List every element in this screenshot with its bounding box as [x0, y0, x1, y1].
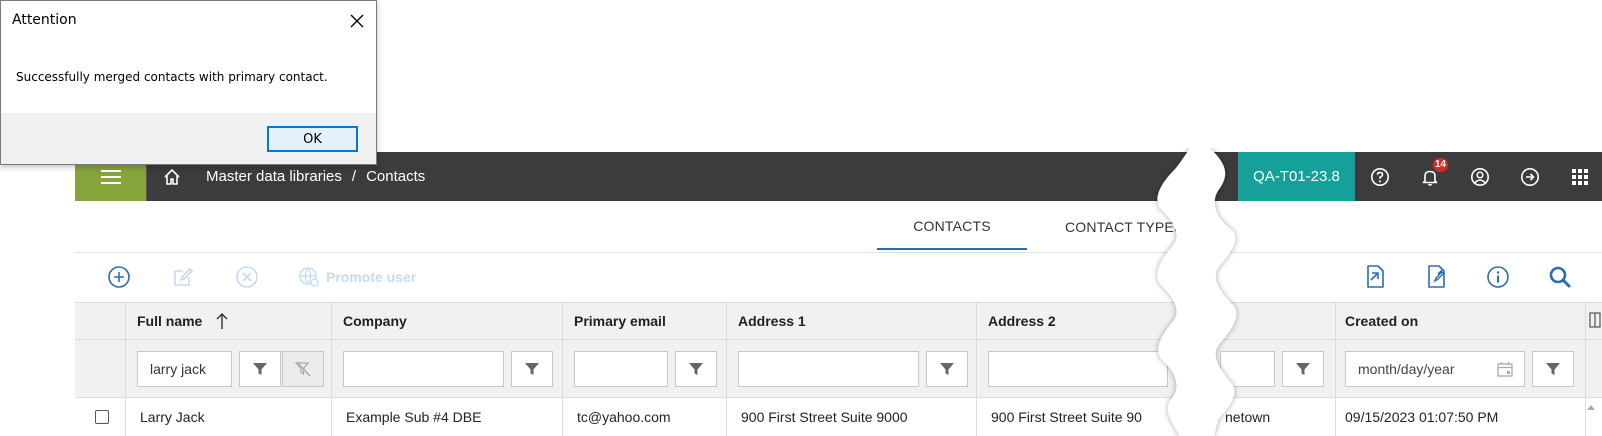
- export-button[interactable]: [1421, 262, 1451, 292]
- user-profile-button[interactable]: [1455, 152, 1505, 201]
- dialog-close-button[interactable]: [346, 10, 368, 32]
- notifications-button[interactable]: 14: [1405, 152, 1455, 201]
- edit-icon: [174, 267, 194, 286]
- logout-button[interactable]: [1505, 152, 1555, 201]
- promote-user-button[interactable]: Promote user: [298, 262, 416, 292]
- filter-created-on-button[interactable]: [1532, 351, 1574, 387]
- breadcrumb-separator: /: [351, 168, 357, 185]
- cancel-circle-icon: [236, 266, 258, 288]
- filter-full-name-button[interactable]: [239, 351, 281, 387]
- filter-icon: [1546, 363, 1560, 375]
- caret-up-icon: [1587, 405, 1595, 410]
- cell-primary-email: tc@yahoo.com: [577, 409, 671, 425]
- help-icon: [1371, 167, 1389, 186]
- cell-full-name: Larry Jack: [140, 409, 205, 425]
- filter-company-button[interactable]: [511, 351, 553, 387]
- clear-filter-button[interactable]: [282, 351, 324, 387]
- filter-company-input[interactable]: [343, 351, 504, 387]
- column-divider: [1335, 302, 1336, 436]
- logout-icon: [1521, 167, 1539, 186]
- filter-full-name-input[interactable]: larry jack: [137, 351, 232, 387]
- column-divider: [726, 302, 727, 436]
- column-divider: [562, 302, 563, 436]
- info-button[interactable]: [1483, 262, 1513, 292]
- cell-address-1: 900 First Street Suite 9000: [741, 409, 908, 425]
- filter-icon: [253, 363, 267, 375]
- filter-icon: [689, 363, 703, 375]
- home-icon: [163, 168, 180, 185]
- user-circle-icon: [1471, 167, 1489, 186]
- close-icon: [350, 14, 364, 28]
- column-divider: [331, 302, 332, 436]
- filter-address-2-input[interactable]: [988, 351, 1168, 387]
- sort-ascending-icon: [216, 313, 228, 329]
- promote-user-label: Promote user: [326, 269, 417, 285]
- add-contact-button[interactable]: [104, 262, 134, 292]
- date-placeholder: month/day/year: [1358, 361, 1455, 377]
- environment-badge: QA-T01-23.8: [1238, 152, 1355, 201]
- filter-created-on-date-input[interactable]: month/day/year: [1345, 351, 1525, 387]
- column-divider: [125, 302, 126, 436]
- column-chooser-button[interactable]: [1589, 312, 1601, 333]
- dialog-title: Attention: [12, 12, 77, 28]
- column-header-address-2[interactable]: Address 2: [988, 302, 1056, 340]
- column-divider: [976, 302, 977, 436]
- filter-primary-email-button[interactable]: [675, 351, 717, 387]
- attention-dialog: Attention Successfully merged contacts w…: [0, 0, 377, 165]
- breadcrumb-contacts: Contacts: [366, 168, 426, 185]
- notification-count-badge: 14: [1433, 158, 1449, 172]
- cell-company: Example Sub #4 DBE: [346, 409, 482, 425]
- help-button[interactable]: [1355, 152, 1405, 201]
- filter-icon: [940, 363, 954, 375]
- apps-grid-button[interactable]: [1555, 152, 1602, 201]
- columns-icon: [1589, 312, 1601, 328]
- row-select-checkbox[interactable]: [95, 410, 109, 424]
- filter-address-1-button[interactable]: [926, 351, 968, 387]
- column-header-company[interactable]: Company: [343, 302, 407, 340]
- search-icon: [1549, 266, 1571, 288]
- column-header-address-1[interactable]: Address 1: [738, 302, 806, 340]
- delete-contact-button[interactable]: [232, 262, 262, 292]
- calendar-icon: [1497, 362, 1513, 377]
- filter-address-1-input[interactable]: [738, 351, 919, 387]
- info-icon: [1487, 266, 1509, 288]
- column-header-created-on[interactable]: Created on: [1345, 302, 1418, 340]
- document-import-icon: [1367, 265, 1384, 288]
- tab-contacts[interactable]: CONTACTS: [877, 204, 1027, 250]
- add-circle-icon: [108, 266, 130, 288]
- import-button[interactable]: [1360, 262, 1390, 292]
- column-header-primary-email[interactable]: Primary email: [574, 302, 666, 340]
- torn-edge-divider: [1157, 148, 1237, 436]
- scroll-up-button[interactable]: [1584, 400, 1598, 414]
- edit-contact-button[interactable]: [168, 262, 198, 292]
- document-edit-icon: [1428, 265, 1445, 288]
- column-header-full-name[interactable]: Full name: [137, 302, 230, 340]
- filter-icon: [1296, 363, 1310, 375]
- dialog-message: Successfully merged contacts with primar…: [16, 70, 328, 84]
- hamburger-icon: [100, 169, 121, 184]
- breadcrumb-master-data-libraries[interactable]: Master data libraries: [206, 168, 342, 185]
- clear-filter-icon: [294, 361, 311, 377]
- filter-primary-email-input[interactable]: [574, 351, 668, 387]
- globe-user-icon: [299, 267, 319, 287]
- cell-address-2: 900 First Street Suite 90: [991, 409, 1142, 425]
- column-divider: [1585, 302, 1586, 436]
- cell-created-on: 09/15/2023 01:07:50 PM: [1345, 409, 1499, 425]
- dialog-ok-button[interactable]: OK: [267, 126, 358, 152]
- apps-grid-icon: [1572, 168, 1588, 185]
- search-button[interactable]: [1545, 262, 1575, 292]
- filter-icon: [525, 363, 539, 375]
- filter-city-button[interactable]: [1282, 351, 1324, 387]
